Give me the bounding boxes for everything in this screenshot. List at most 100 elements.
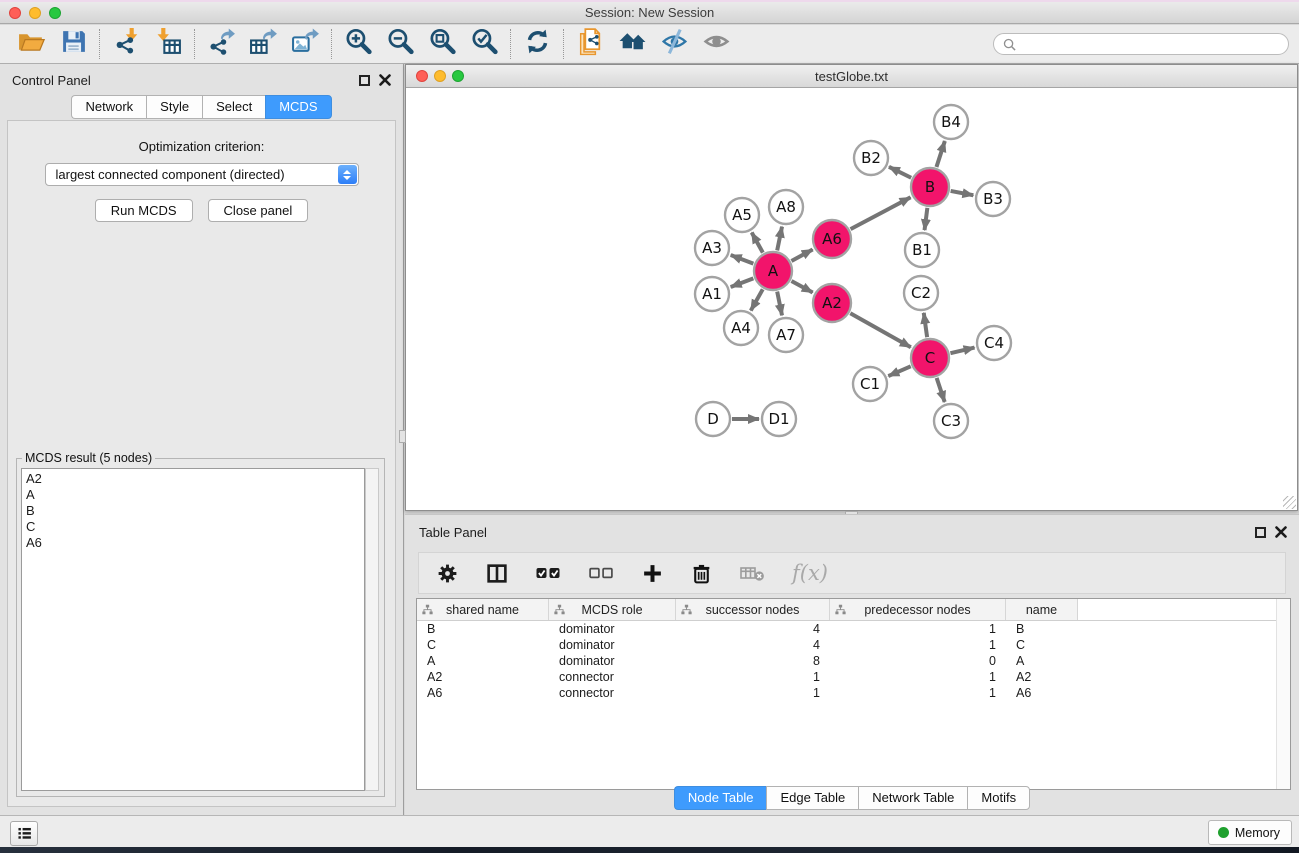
import-table-button[interactable] — [147, 27, 189, 61]
table-cell[interactable]: dominator — [549, 637, 676, 653]
close-window-button[interactable] — [9, 7, 21, 19]
select-all-icon[interactable] — [535, 562, 562, 584]
edge-A-A7[interactable] — [777, 292, 782, 316]
node-table[interactable]: shared nameMCDS rolesuccessor nodesprede… — [416, 598, 1291, 790]
edge-C-C2[interactable] — [924, 313, 927, 337]
table-cell[interactable]: 4 — [676, 637, 830, 653]
table-cell[interactable]: 1 — [830, 637, 1006, 653]
tab-edge-table[interactable]: Edge Table — [766, 786, 858, 810]
export-image-button[interactable] — [284, 27, 326, 61]
table-row[interactable]: Cdominator41C — [417, 637, 1290, 653]
run-mcds-button[interactable]: Run MCDS — [95, 199, 193, 222]
mcds-result-item[interactable]: B — [26, 503, 364, 519]
edge-C-C1[interactable] — [888, 366, 910, 376]
column-header-name[interactable]: name — [1006, 599, 1078, 620]
float-panel-icon[interactable] — [359, 75, 370, 86]
table-cell[interactable]: connector — [549, 685, 676, 701]
show-panels-button[interactable] — [10, 821, 38, 846]
table-cell[interactable]: 0 — [830, 653, 1006, 669]
table-cell[interactable]: A — [1006, 653, 1078, 669]
tab-network[interactable]: Network — [71, 95, 146, 119]
settings-icon[interactable] — [436, 562, 459, 585]
network-canvas[interactable]: B4B2BB3A8A5A6A3B1AC2A1A2A4A7C4CC1DD1C3 — [407, 89, 1296, 509]
table-cell[interactable]: 4 — [676, 621, 830, 637]
column-header-predecessor-nodes[interactable]: predecessor nodes — [830, 599, 1006, 620]
column-header-shared-name[interactable]: shared name — [417, 599, 549, 620]
table-cell[interactable]: 1 — [830, 669, 1006, 685]
mcds-result-item[interactable]: C — [26, 519, 364, 535]
mcds-result-item[interactable]: A2 — [26, 471, 364, 487]
network-zoom-button[interactable] — [452, 70, 464, 82]
float-table-panel-icon[interactable] — [1255, 527, 1266, 538]
column-header-successor-nodes[interactable]: successor nodes — [676, 599, 830, 620]
table-cell[interactable]: A2 — [417, 669, 549, 685]
table-cell[interactable]: 1 — [830, 621, 1006, 637]
tab-node-table[interactable]: Node Table — [674, 786, 767, 810]
mcds-result-item[interactable]: A6 — [26, 535, 364, 551]
zoom-window-button[interactable] — [49, 7, 61, 19]
table-cell[interactable]: C — [417, 637, 549, 653]
table-row[interactable]: Bdominator41B — [417, 621, 1290, 637]
add-row-icon[interactable] — [641, 562, 664, 585]
table-cell[interactable]: 1 — [676, 685, 830, 701]
network-graph[interactable]: B4B2BB3A8A5A6A3B1AC2A1A2A4A7C4CC1DD1C3 — [407, 89, 1298, 511]
mcds-list-scrollbar[interactable] — [365, 468, 379, 791]
close-table-panel-icon[interactable] — [1275, 526, 1287, 538]
network-minimize-button[interactable] — [434, 70, 446, 82]
home-button[interactable] — [611, 27, 653, 61]
edge-A-A8[interactable] — [777, 227, 782, 251]
table-cell[interactable]: connector — [549, 669, 676, 685]
table-cell[interactable]: 8 — [676, 653, 830, 669]
table-cell[interactable]: A — [417, 653, 549, 669]
table-cell[interactable]: A6 — [1006, 685, 1078, 701]
edge-C-C3[interactable] — [937, 378, 945, 402]
zoom-in-button[interactable] — [337, 27, 379, 61]
import-network-button[interactable] — [105, 27, 147, 61]
open-session-button[interactable] — [10, 27, 52, 61]
edge-B-B2[interactable] — [889, 167, 911, 178]
save-session-button[interactable] — [52, 27, 94, 61]
table-row[interactable]: A2connector11A2 — [417, 669, 1290, 685]
tab-motifs[interactable]: Motifs — [967, 786, 1030, 810]
mcds-result-list[interactable]: A2ABCA6 — [21, 468, 365, 791]
table-row[interactable]: Adominator80A — [417, 653, 1290, 669]
delete-row-icon[interactable] — [690, 562, 713, 585]
table-cell[interactable]: B — [417, 621, 549, 637]
export-table-button[interactable] — [242, 27, 284, 61]
search-box[interactable] — [993, 33, 1289, 55]
table-cell[interactable]: 1 — [676, 669, 830, 685]
table-cell[interactable]: 1 — [830, 685, 1006, 701]
tab-mcds[interactable]: MCDS — [265, 95, 331, 119]
table-cell[interactable]: dominator — [549, 621, 676, 637]
table-scrollbar[interactable] — [1276, 599, 1290, 789]
edge-A-A6[interactable] — [791, 249, 812, 260]
refresh-button[interactable] — [516, 27, 558, 61]
vertical-divider-grip[interactable] — [399, 430, 406, 443]
edge-C-C4[interactable] — [950, 348, 974, 354]
tab-style[interactable]: Style — [146, 95, 202, 119]
network-close-button[interactable] — [416, 70, 428, 82]
zoom-selected-button[interactable] — [463, 27, 505, 61]
export-network-button[interactable] — [200, 27, 242, 61]
edge-A-A3[interactable] — [731, 255, 754, 264]
show-graphics-details-button[interactable] — [695, 27, 737, 61]
edge-B-B4[interactable] — [936, 141, 944, 167]
zoom-out-button[interactable] — [379, 27, 421, 61]
mcds-result-item[interactable]: A — [26, 487, 364, 503]
edge-A-A4[interactable] — [751, 289, 763, 310]
network-window-titlebar[interactable]: testGlobe.txt — [406, 65, 1297, 88]
split-view-icon[interactable] — [485, 562, 509, 585]
tab-network-table[interactable]: Network Table — [858, 786, 967, 810]
edge-A-A2[interactable] — [791, 281, 812, 292]
edge-A6-B[interactable] — [851, 197, 911, 229]
resize-grip-icon[interactable] — [1283, 496, 1296, 509]
column-header-MCDS-role[interactable]: MCDS role — [549, 599, 676, 620]
edge-A2-C[interactable] — [850, 313, 911, 347]
table-cell[interactable]: B — [1006, 621, 1078, 637]
memory-button[interactable]: Memory — [1208, 820, 1292, 845]
clone-network-button[interactable] — [569, 27, 611, 61]
search-input[interactable] — [1021, 37, 1279, 51]
unselect-all-icon[interactable] — [588, 562, 615, 584]
close-panel-icon[interactable] — [379, 74, 391, 86]
table-cell[interactable]: C — [1006, 637, 1078, 653]
